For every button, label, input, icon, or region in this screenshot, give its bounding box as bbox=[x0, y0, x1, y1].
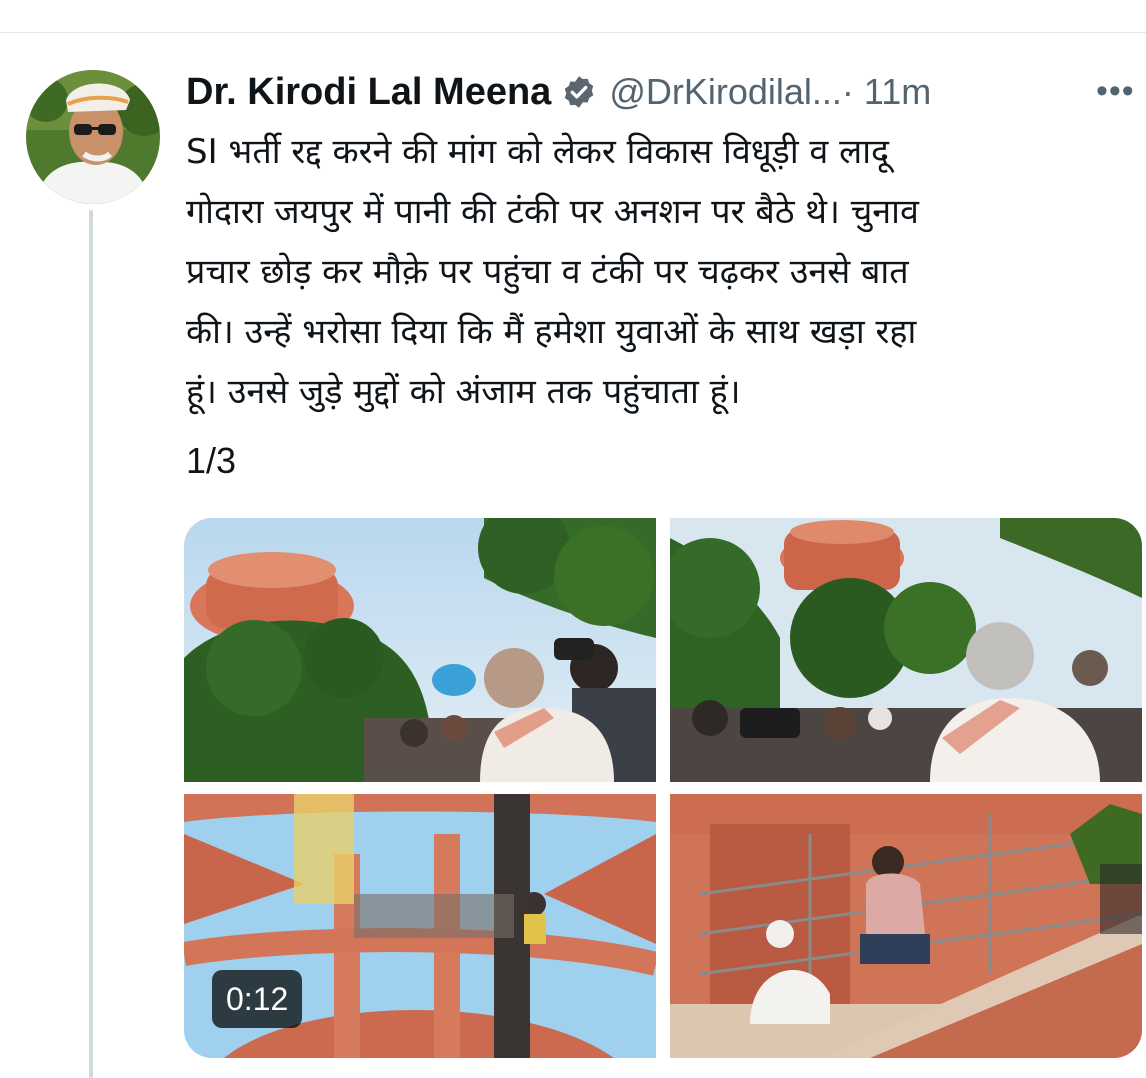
thread-counter: 1/3 bbox=[186, 440, 237, 481]
author-handle[interactable]: @DrKirodilal... bbox=[609, 71, 842, 113]
top-divider bbox=[0, 32, 1146, 33]
timestamp[interactable]: · 11m bbox=[842, 71, 931, 113]
media-image-3[interactable] bbox=[670, 794, 1142, 1058]
verified-badge-icon bbox=[561, 74, 597, 110]
thread-connector-line bbox=[89, 210, 93, 1078]
avatar[interactable] bbox=[26, 70, 160, 204]
tweet-text: SI भर्ती रद्द करने की मांग को लेकर विकास… bbox=[186, 132, 919, 412]
avatar-image bbox=[26, 70, 160, 204]
media-grid bbox=[184, 518, 1142, 1058]
media-video[interactable] bbox=[184, 518, 656, 782]
author-name[interactable]: Dr. Kirodi Lal Meena bbox=[186, 71, 551, 114]
video-duration-badge: 0:12 bbox=[212, 970, 303, 1028]
media-image-1[interactable] bbox=[670, 518, 1142, 782]
tweet-header: Dr. Kirodi Lal Meena @DrKirodilal... · 1… bbox=[186, 66, 931, 118]
media-divider-horizontal bbox=[184, 782, 1142, 794]
more-options-icon[interactable]: ••• bbox=[1096, 72, 1135, 111]
